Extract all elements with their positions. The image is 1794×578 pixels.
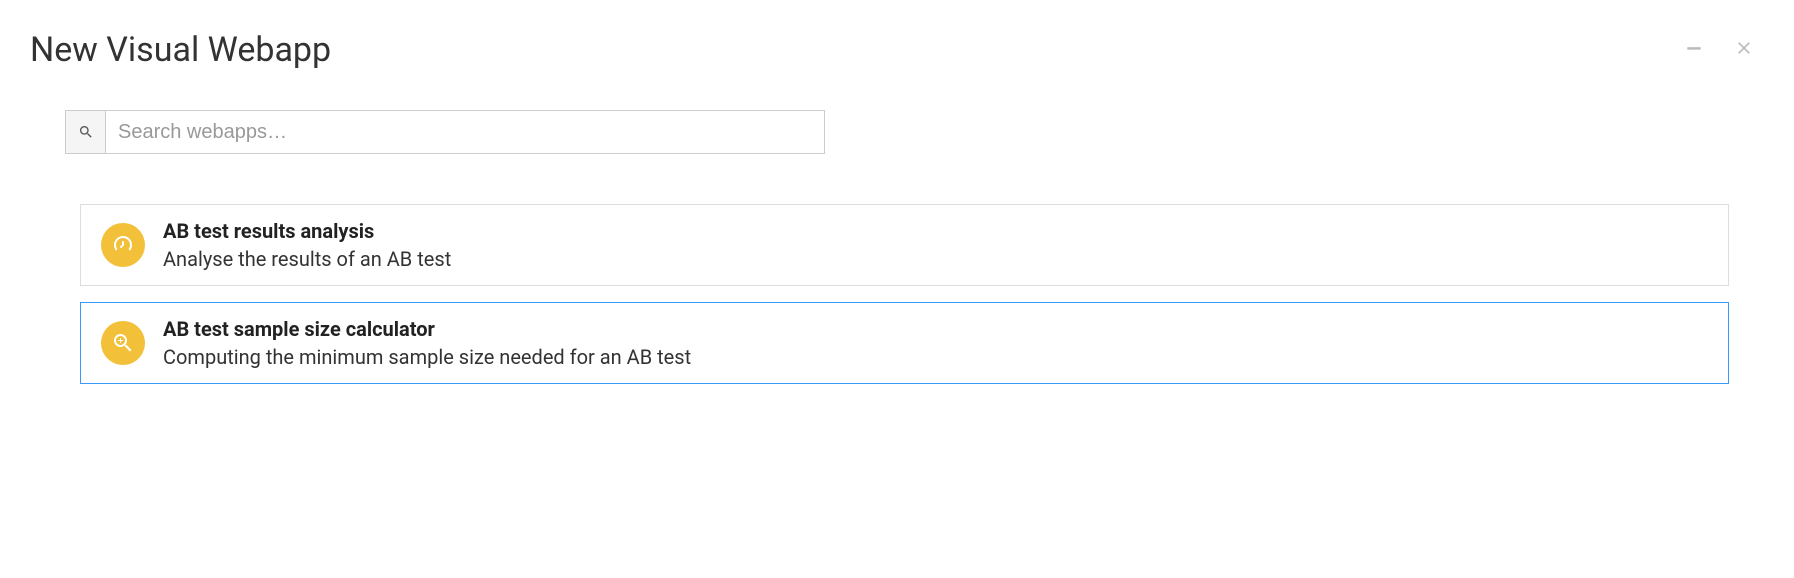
search-icon (66, 111, 106, 153)
webapp-item-ab-test-results[interactable]: AB test results analysis Analyse the res… (80, 204, 1729, 286)
webapp-title: AB test sample size calculator (163, 317, 691, 341)
close-button[interactable] (1734, 38, 1754, 62)
webapp-list: AB test results analysis Analyse the res… (65, 204, 1729, 384)
dashboard-icon (101, 223, 145, 267)
webapp-description: Computing the minimum sample size needed… (163, 345, 691, 369)
minimize-button[interactable] (1684, 38, 1704, 62)
dialog-title: New Visual Webapp (30, 30, 331, 70)
webapp-description: Analyse the results of an AB test (163, 247, 451, 271)
search-input[interactable] (106, 111, 824, 153)
webapp-item-ab-test-sample-size[interactable]: AB test sample size calculator Computing… (80, 302, 1729, 384)
zoom-in-icon (101, 321, 145, 365)
search-container (65, 110, 825, 154)
webapp-title: AB test results analysis (163, 219, 451, 243)
